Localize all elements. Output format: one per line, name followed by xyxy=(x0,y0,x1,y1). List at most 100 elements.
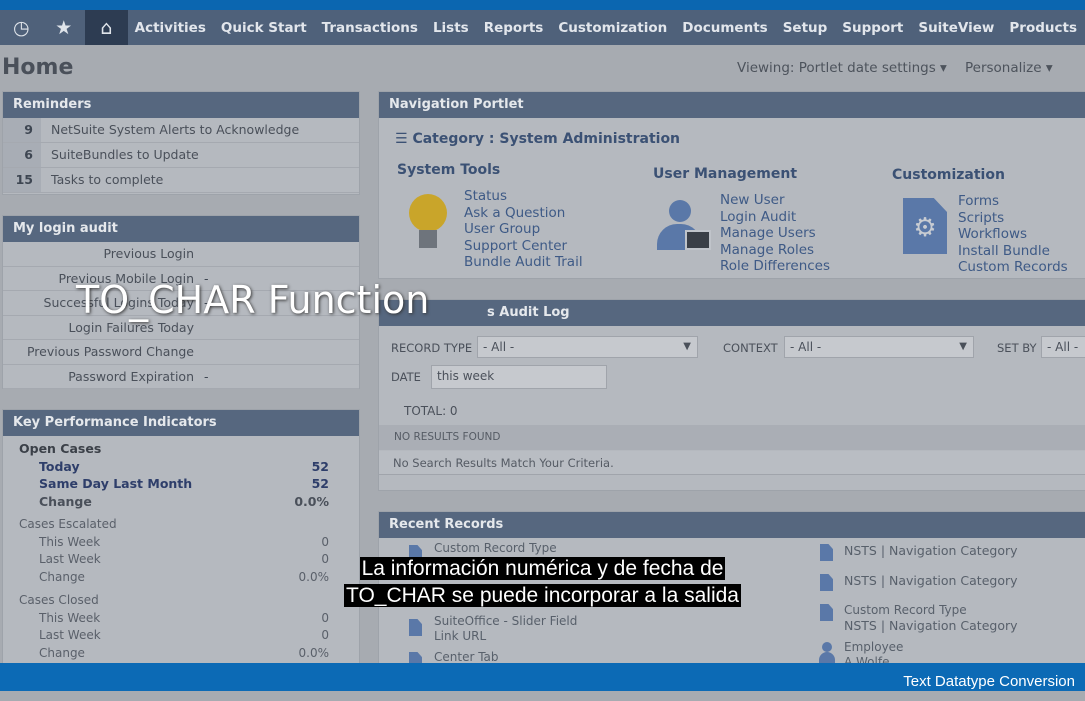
star-icon[interactable]: ★ xyxy=(43,10,86,45)
nav-lists[interactable]: Lists xyxy=(426,20,477,36)
no-results-header: NO RESULTS FOUND xyxy=(379,425,1085,450)
link-scripts[interactable]: Scripts xyxy=(958,210,1068,227)
viewing-dropdown[interactable]: Viewing: Portlet date settings ▾ xyxy=(737,60,947,76)
label: This Week xyxy=(39,610,101,625)
kpi-row[interactable]: Today 52 xyxy=(19,458,359,476)
category-label: Category : xyxy=(412,131,495,147)
link-install-bundle[interactable]: Install Bundle xyxy=(958,243,1068,260)
section-title: User Management xyxy=(653,166,798,182)
set-by-label: SET BY xyxy=(997,341,1037,355)
kpi-row[interactable]: Same Day Last Month 52 xyxy=(19,475,359,493)
kpi-group-title: Open Cases xyxy=(19,441,102,456)
caret-down-icon: ▼ xyxy=(959,341,967,352)
home-icon[interactable]: ⌂ xyxy=(85,10,128,45)
count: 6 xyxy=(3,143,41,167)
nav-customization[interactable]: Customization xyxy=(551,20,675,36)
nav-support[interactable]: Support xyxy=(835,20,911,36)
link-workflows[interactable]: Workflows xyxy=(958,226,1068,243)
caption-text: La información numérica y de fecha de xyxy=(359,557,726,580)
recent-record[interactable]: Custom Record Type xyxy=(434,541,557,556)
value: 0 xyxy=(321,628,329,642)
nav-suiteview[interactable]: SuiteView xyxy=(911,20,1002,36)
category-value: System Administration xyxy=(499,131,681,147)
kpi-row: This Week 0 xyxy=(19,610,359,628)
value: - All - xyxy=(790,340,822,354)
reminder-item[interactable]: 9 NetSuite System Alerts to Acknowledge xyxy=(3,118,359,143)
caption-line-1: La información numérica y de fecha de xyxy=(0,557,1085,581)
count: 9 xyxy=(3,118,41,142)
label: This Week xyxy=(39,534,101,549)
kpi-row: This Week 0 xyxy=(19,534,359,552)
value: - xyxy=(204,368,209,384)
link-login-audit[interactable]: Login Audit xyxy=(720,209,830,226)
portlet-header: s Audit Log xyxy=(379,300,1085,326)
recent-record[interactable]: SuiteOffice - Slider Field Link URL xyxy=(434,614,577,644)
link-new-user[interactable]: New User xyxy=(720,192,830,209)
recent-icon[interactable]: ◷ xyxy=(0,10,43,45)
record-name: NSTS | Navigation Category xyxy=(844,618,1018,633)
users-icon xyxy=(657,200,711,252)
nav-transactions[interactable]: Transactions xyxy=(315,20,426,36)
personalize-label: Personalize xyxy=(965,60,1042,76)
count: 15 xyxy=(3,168,41,192)
value: 52 xyxy=(311,458,329,474)
personalize-dropdown[interactable]: Personalize ▾ xyxy=(965,60,1053,76)
context-select[interactable]: - All - ▼ xyxy=(784,336,974,358)
nav-activities[interactable]: Activities xyxy=(128,20,214,36)
kpi-row: Change 0.0% xyxy=(19,493,359,511)
value: 52 xyxy=(311,476,329,491)
record-type-select[interactable]: - All - ▼ xyxy=(477,336,698,358)
nav-products[interactable]: Products xyxy=(1002,20,1085,36)
kpi-row: Change 0.0% xyxy=(19,645,359,663)
no-match-message: No Search Results Match Your Criteria. xyxy=(379,451,1085,475)
viewing-label: Viewing: Portlet date settings xyxy=(737,60,936,76)
audit-row: Previous Password Change xyxy=(3,340,359,365)
footer-label: Text Datatype Conversion xyxy=(903,673,1075,690)
label: Tasks to complete xyxy=(51,172,164,187)
value xyxy=(194,340,204,364)
video-title: TO_CHAR Function xyxy=(76,278,430,322)
reminder-item[interactable]: 6 SuiteBundles to Update xyxy=(3,143,359,168)
link-bundle-audit-trail[interactable]: Bundle Audit Trail xyxy=(464,254,583,271)
document-icon xyxy=(409,619,422,636)
record-type: NSTS | Navigation Category xyxy=(844,543,1018,558)
value xyxy=(194,242,204,266)
label: Today xyxy=(39,458,80,474)
recent-record[interactable]: NSTS | Navigation Category xyxy=(844,543,1018,558)
audit-row: Previous Login xyxy=(3,242,359,267)
portlet-header: Recent Records xyxy=(379,512,1085,538)
link-custom-records[interactable]: Custom Records xyxy=(958,259,1068,276)
nav-quick-start[interactable]: Quick Start xyxy=(214,20,315,36)
link-role-differences[interactable]: Role Differences xyxy=(720,258,830,275)
date-input[interactable]: this week xyxy=(431,365,607,389)
audit-row: Password Expiration - xyxy=(3,365,359,389)
nav-setup[interactable]: Setup xyxy=(776,20,836,36)
kpi-row: Last Week 0 xyxy=(19,627,359,645)
label: Previous Login xyxy=(103,246,194,261)
link-user-group[interactable]: User Group xyxy=(464,221,583,238)
link-manage-users[interactable]: Manage Users xyxy=(720,225,830,242)
label: SuiteBundles to Update xyxy=(51,147,199,162)
label: Same Day Last Month xyxy=(39,476,193,491)
category-selector[interactable]: ☰ Category : System Administration xyxy=(395,131,680,147)
nav-reports[interactable]: Reports xyxy=(477,20,552,36)
reminder-item[interactable]: 15 Tasks to complete xyxy=(3,168,359,193)
nav-documents[interactable]: Documents xyxy=(675,20,775,36)
main-nav: ◷ ★ ⌂ Activities Quick Start Transaction… xyxy=(0,10,1085,45)
value: 0 xyxy=(321,610,329,625)
link-ask-question[interactable]: Ask a Question xyxy=(464,205,583,222)
date-label: DATE xyxy=(391,370,421,384)
kpi-portlet: Key Performance Indicators Open Cases To… xyxy=(2,409,360,669)
portlet-header: My login audit xyxy=(3,216,359,242)
link-status[interactable]: Status xyxy=(464,188,583,205)
value: - All - xyxy=(1047,340,1079,354)
link-support-center[interactable]: Support Center xyxy=(464,238,583,255)
set-by-select[interactable]: - All - xyxy=(1041,336,1085,358)
navigation-portlet: Navigation Portlet ☰ Category : System A… xyxy=(378,91,1085,279)
value: 0.0% xyxy=(294,493,329,509)
top-strip xyxy=(0,0,1085,10)
page-title: Home xyxy=(2,55,74,80)
link-forms[interactable]: Forms xyxy=(958,193,1068,210)
value: 0.0% xyxy=(298,645,330,660)
link-manage-roles[interactable]: Manage Roles xyxy=(720,242,830,259)
